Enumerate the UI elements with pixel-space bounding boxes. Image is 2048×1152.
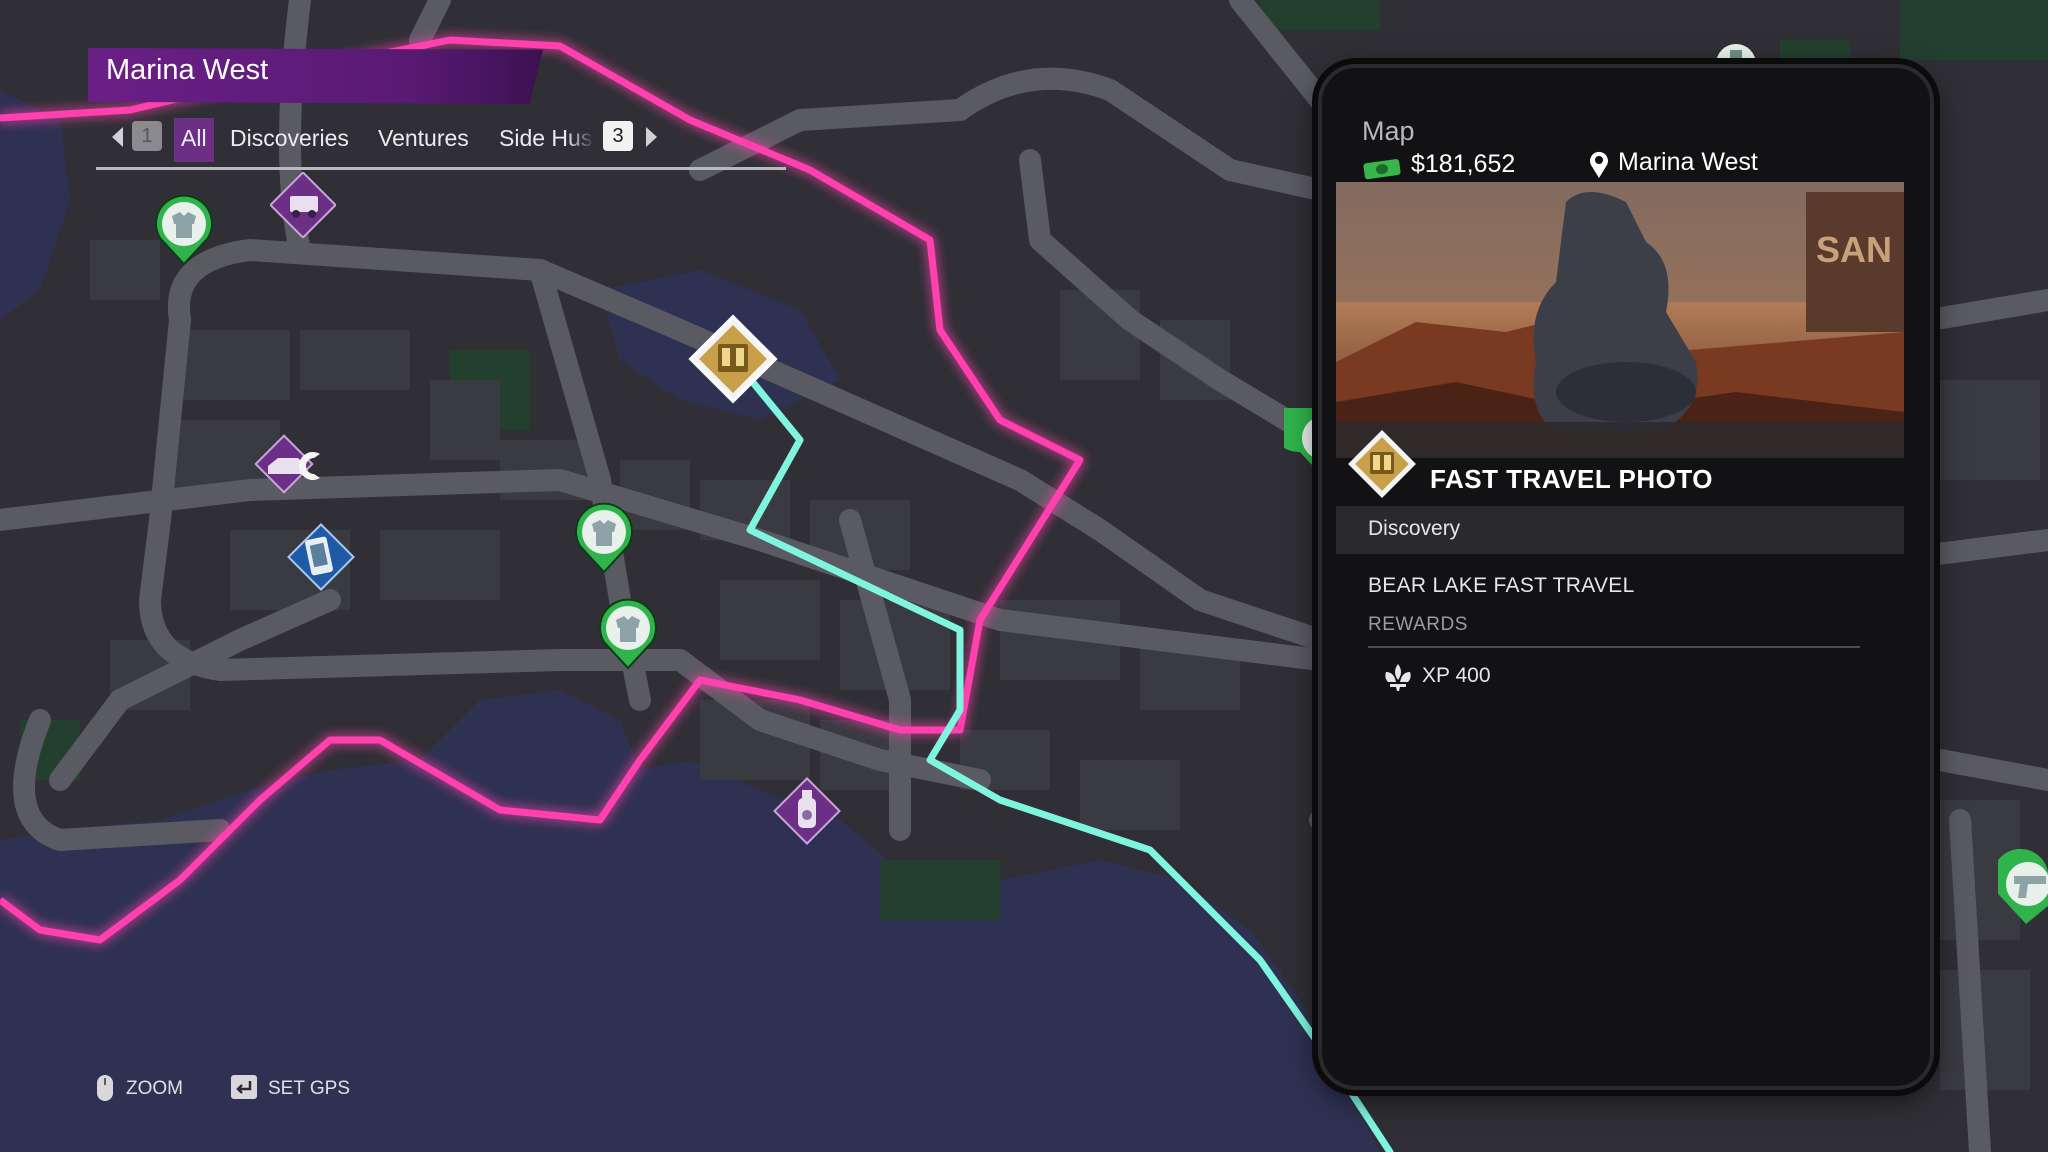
gun-store-icon[interactable] (1998, 846, 2048, 926)
tab-underline (96, 167, 786, 170)
detail-title: FAST TRAVEL PHOTO (1430, 464, 1713, 494)
van-venture-icon[interactable] (270, 172, 336, 238)
location-photo: SAN (1336, 182, 1904, 458)
region-title: Marina West (106, 54, 269, 86)
activity-category: Discovery (1368, 517, 1461, 540)
tab-side-hustles[interactable]: Side Hus (499, 118, 595, 162)
activity-name: BEAR LAKE FAST TRAVEL (1368, 574, 1635, 597)
tab-discoveries[interactable]: Discoveries (230, 118, 349, 162)
zoom-control[interactable]: ZOOM (96, 1072, 206, 1102)
spray-can-icon[interactable] (772, 776, 842, 846)
next-tab-key[interactable]: 3 (603, 121, 633, 151)
location-pin-icon (1590, 151, 1608, 178)
location-detail-panel: Map $181,652 Marina West SAN FAST TRAVEL… (1318, 64, 1934, 1090)
prev-tab-key[interactable]: 1 (132, 121, 162, 151)
clothing-store-icon[interactable] (572, 502, 636, 574)
rewards-heading: REWARDS (1368, 614, 1468, 635)
cash-icon (1363, 159, 1401, 180)
current-location: Marina West (1618, 148, 1758, 176)
mouse-icon (97, 1075, 113, 1101)
vehicle-customization-icon[interactable] (254, 432, 340, 500)
clothing-store-icon[interactable] (596, 598, 660, 670)
fleur-de-lis-icon (1385, 664, 1411, 691)
tab-all[interactable]: All (174, 118, 214, 162)
reward-xp: XP 400 (1422, 664, 1491, 687)
chevron-right-icon[interactable] (646, 127, 657, 147)
svg-text:SAN: SAN (1816, 229, 1892, 270)
fast-travel-icon[interactable] (686, 312, 780, 406)
clothing-store-icon[interactable] (152, 194, 216, 266)
rewards-divider (1368, 646, 1860, 648)
set-gps-label: SET GPS (268, 1078, 351, 1099)
enter-key-icon (231, 1075, 257, 1099)
filter-tab-bar: 1 All Discoveries Ventures Side Hus 3 (96, 118, 786, 170)
phone-collectible-icon[interactable] (286, 522, 356, 592)
panel-title: Map (1362, 116, 1415, 146)
set-gps-control[interactable]: SET GPS (230, 1072, 360, 1102)
cash-amount: $181,652 (1411, 150, 1516, 178)
fast-travel-icon (1348, 430, 1416, 498)
tab-ventures[interactable]: Ventures (378, 118, 469, 162)
chevron-left-icon[interactable] (112, 127, 123, 147)
zoom-label: ZOOM (126, 1078, 183, 1099)
